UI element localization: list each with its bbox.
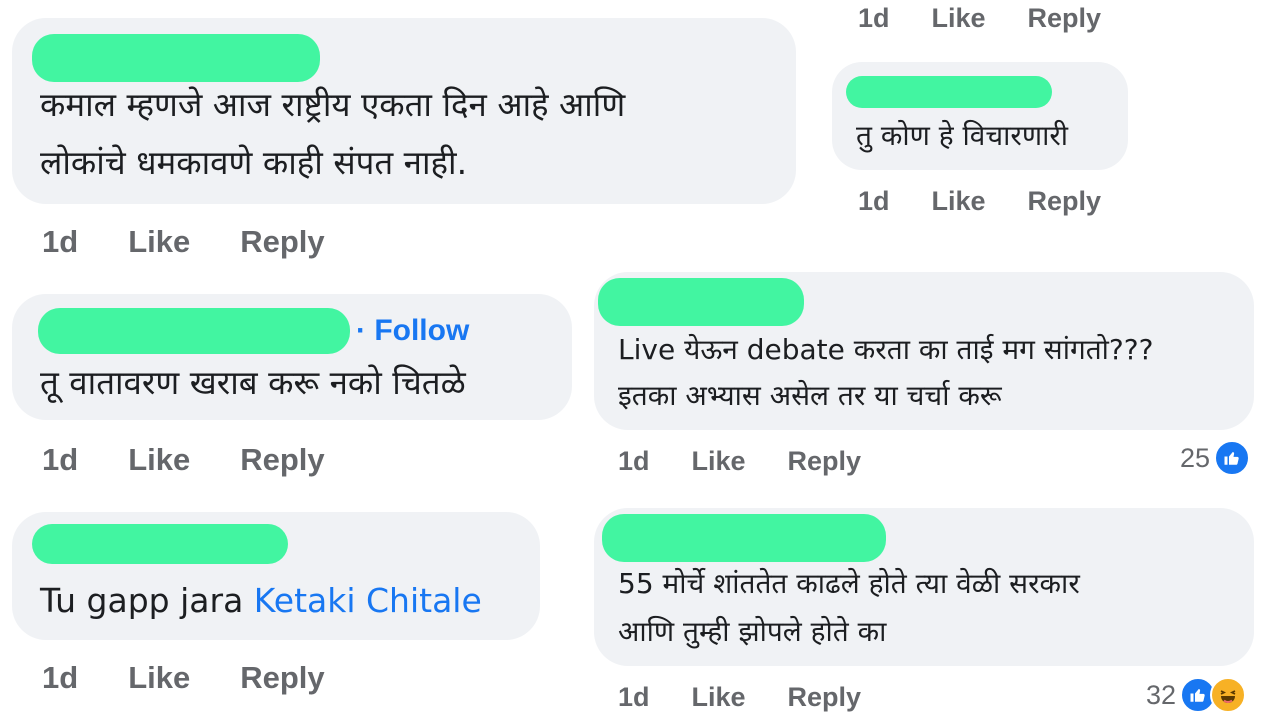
comment-text: लोकांचे धमकावणे काही संपत नाही. xyxy=(40,143,468,182)
haha-icon xyxy=(1210,677,1247,713)
comment-text: Tu gapp jara Ketaki Chitale xyxy=(40,584,482,617)
comment-text: तू वातावरण खराब करू नको चितळे xyxy=(40,363,466,402)
like-button[interactable]: Like xyxy=(692,446,746,477)
reply-button[interactable]: Reply xyxy=(240,660,324,696)
reply-actions: 1d Like Reply xyxy=(618,446,861,477)
reply-text: इतका अभ्यास असेल तर या चर्चा करू xyxy=(618,379,1002,412)
like-button[interactable]: Like xyxy=(128,660,190,696)
reply-button[interactable]: Reply xyxy=(1028,3,1102,34)
comment-actions: 1d Like Reply xyxy=(858,3,1101,34)
reaction-count: 32 xyxy=(1146,679,1177,710)
comment-timestamp[interactable]: 1d xyxy=(618,682,650,713)
reply-actions: 1d Like Reply xyxy=(858,186,1101,217)
comment-timestamp[interactable]: 1d xyxy=(42,660,78,696)
comment-timestamp[interactable]: 1d xyxy=(42,224,78,260)
reply-button[interactable]: Reply xyxy=(1028,186,1102,217)
reaction-count: 25 xyxy=(1180,442,1211,473)
reply-text: आणि तुम्ही झोपले होते का xyxy=(618,615,887,648)
comment-timestamp[interactable]: 1d xyxy=(858,3,890,34)
reply-actions: 1d Like Reply xyxy=(618,682,861,713)
redacted-author-name xyxy=(846,76,1052,108)
comment-actions: 1d Like Reply xyxy=(42,660,325,696)
like-button[interactable]: Like xyxy=(692,682,746,713)
redacted-author-name xyxy=(602,514,886,562)
reply-text: तु कोण हे विचारणारी xyxy=(856,119,1069,152)
reaction-summary[interactable]: 32 xyxy=(1146,677,1247,713)
comment-timestamp[interactable]: 1d xyxy=(618,446,650,477)
like-button[interactable]: Like xyxy=(128,224,190,260)
comment-actions: 1d Like Reply xyxy=(42,224,325,260)
follow-link[interactable]: · Follow xyxy=(356,314,469,348)
comment-timestamp[interactable]: 1d xyxy=(42,442,78,478)
like-button[interactable]: Like xyxy=(932,3,986,34)
redacted-author-name xyxy=(32,524,288,564)
redacted-author-name xyxy=(38,308,350,354)
reply-button[interactable]: Reply xyxy=(788,446,862,477)
reply-text: 55 मोर्चे शांततेत काढले होते त्या वेळी स… xyxy=(618,567,1080,600)
like-icon xyxy=(1214,440,1251,476)
comment-actions: 1d Like Reply xyxy=(42,442,325,478)
reply-button[interactable]: Reply xyxy=(240,224,324,260)
user-mention-link[interactable]: Ketaki Chitale xyxy=(254,581,482,620)
reply-text: Live येऊन debate करता का ताई मग सांगतो??… xyxy=(618,333,1154,366)
like-button[interactable]: Like xyxy=(128,442,190,478)
like-button[interactable]: Like xyxy=(932,186,986,217)
reaction-summary[interactable]: 25 xyxy=(1180,440,1251,476)
comment-text: कमाल म्हणजे आज राष्ट्रीय एकता दिन आहे आण… xyxy=(40,85,626,124)
comment-timestamp[interactable]: 1d xyxy=(858,186,890,217)
reply-button[interactable]: Reply xyxy=(788,682,862,713)
comment-text-body: Tu gapp jara xyxy=(40,581,254,620)
redacted-author-name xyxy=(32,34,320,82)
reply-button[interactable]: Reply xyxy=(240,442,324,478)
redacted-author-name xyxy=(598,278,804,326)
